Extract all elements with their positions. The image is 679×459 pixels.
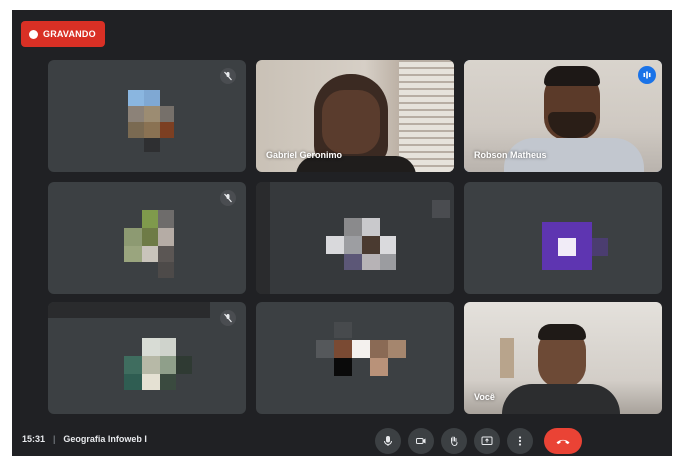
avatar-pixel [158, 210, 174, 228]
mic-icon [384, 436, 392, 446]
more-options-icon [518, 436, 522, 446]
avatar-pixel [128, 122, 144, 138]
raise-hand-button[interactable] [441, 428, 467, 454]
participant-tile-4[interactable] [48, 182, 246, 294]
avatar-pixel [142, 210, 158, 228]
separator: | [53, 434, 56, 444]
meeting-time: 15:31 [22, 434, 46, 444]
avatar-pixel [370, 358, 388, 376]
person-shirt [502, 384, 620, 414]
participant-tile-8[interactable] [256, 302, 454, 414]
mic-off-icon [220, 310, 236, 326]
meet-window: GRAVANDO Gabriel Geronimo Robson Matheus… [12, 10, 672, 456]
avatar-pixel [142, 374, 160, 390]
participant-tile-9[interactable]: Você [464, 302, 662, 414]
camera-button[interactable] [408, 428, 434, 454]
avatar-pixel [158, 228, 174, 246]
camera-icon [416, 438, 426, 444]
avatar-pixel [344, 236, 362, 254]
avatar-pixel [124, 374, 142, 390]
mic-off-icon [220, 68, 236, 84]
avatar-pixel [362, 254, 380, 270]
avatar-pixel [160, 106, 174, 122]
person-face [322, 90, 380, 154]
avatar-pixel [144, 138, 160, 152]
avatar-pixel [176, 356, 192, 374]
microphone-button[interactable] [375, 428, 401, 454]
avatar-pixel [592, 238, 608, 256]
avatar-pixel [388, 340, 406, 358]
participant-tile-2[interactable]: Gabriel Geronimo [256, 60, 454, 172]
participant-tile-7[interactable] [48, 302, 246, 414]
avatar-pixel [334, 340, 352, 358]
avatar-pixel [142, 338, 160, 356]
recording-label: GRAVANDO [43, 29, 96, 39]
wall-frame [500, 338, 514, 378]
meeting-info: 15:31 | Geografia Infoweb I [22, 434, 147, 444]
end-call-button[interactable] [544, 428, 582, 454]
pixel-edge [48, 302, 210, 318]
recording-badge: GRAVANDO [21, 21, 105, 47]
person-hair [538, 324, 586, 340]
more-options-button[interactable] [507, 428, 533, 454]
avatar-pixel [158, 246, 174, 262]
avatar-pixel [326, 236, 344, 254]
present-screen-button[interactable] [474, 428, 500, 454]
avatar-pixel [432, 200, 450, 218]
present-screen-icon [481, 436, 493, 445]
avatar-pixel [144, 106, 160, 122]
raise-hand-icon [451, 436, 458, 447]
avatar-pixel [142, 228, 158, 246]
participant-name: Robson Matheus [474, 150, 547, 160]
avatar-pixel [362, 236, 380, 254]
avatar-pixel [160, 374, 176, 390]
participant-tile-6[interactable] [464, 182, 662, 294]
avatar-pixel [380, 236, 396, 254]
participant-name: Você [474, 392, 495, 402]
avatar-pixel [344, 254, 362, 270]
avatar-pixel [142, 246, 158, 262]
avatar-pixel [124, 228, 142, 246]
avatar-pixel [144, 90, 160, 106]
speaking-indicator-icon [638, 66, 656, 84]
avatar-pixel [124, 246, 142, 262]
avatar-pixel [158, 262, 174, 278]
participant-tile-5[interactable] [256, 182, 454, 294]
meeting-title: Geografia Infoweb I [63, 434, 147, 444]
avatar-pixel [334, 358, 352, 376]
end-call-icon [556, 439, 570, 445]
avatar-pixel [558, 238, 576, 256]
avatar-pixel [144, 122, 160, 138]
pixel-edge [256, 182, 270, 294]
avatar-pixel [128, 90, 144, 106]
avatar-pixel [344, 218, 362, 236]
avatar-pixel [128, 106, 144, 122]
avatar-pixel [160, 356, 176, 374]
avatar-pixel [370, 340, 388, 358]
avatar-pixel [334, 322, 352, 338]
avatar-pixel [124, 356, 142, 374]
control-bar: 15:31 | Geografia Infoweb I [12, 422, 672, 456]
record-dot-icon [29, 29, 38, 39]
avatar-pixel [316, 340, 334, 358]
participant-name: Gabriel Geronimo [266, 150, 343, 160]
participant-tile-3[interactable]: Robson Matheus [464, 60, 662, 172]
avatar-pixel [352, 340, 370, 358]
participant-tile-1[interactable] [48, 60, 246, 172]
person-hair [544, 66, 600, 86]
window-blinds [399, 60, 454, 172]
avatar-pixel [160, 338, 176, 356]
avatar-pixel [160, 122, 174, 138]
avatar-pixel [362, 218, 380, 236]
mic-off-icon [220, 190, 236, 206]
avatar-pixel [380, 254, 396, 270]
avatar-pixel [142, 356, 160, 374]
